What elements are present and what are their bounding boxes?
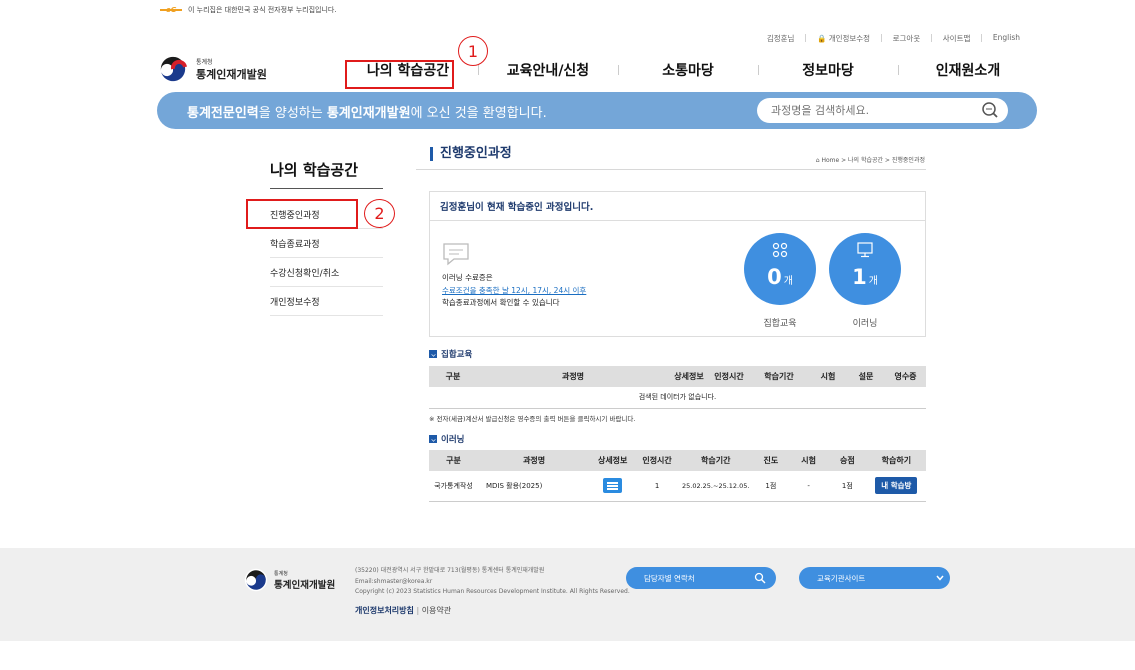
list-detail-icon[interactable] <box>603 478 623 494</box>
elearning-count[interactable]: 1개 <box>829 233 901 305</box>
monitor-icon <box>857 242 873 258</box>
search-icon[interactable] <box>980 100 1000 120</box>
gov-notice-text: 이 누리집은 대한민국 공식 전자정부 누리집입니다. <box>188 6 337 14</box>
util-english[interactable]: English <box>993 33 1020 44</box>
group-course-label: 집합교육 <box>763 319 797 329</box>
checkbox-square-icon <box>429 350 437 358</box>
welcome-banner: 통계전문인력을 양성하는 통계인재개발원에 오신 것을 환영합니다. <box>157 92 1037 129</box>
gov-logo-icon: eG <box>160 6 182 14</box>
col-detail: 상세정보 <box>590 450 636 471</box>
privacy-policy-link[interactable]: 개인정보처리방침 <box>355 606 414 615</box>
table-row: 국가통계작성 MDIS 활용(2025) 1 25.02.25.~25.12.0… <box>429 471 926 502</box>
elearning-section-title: 이러닝 <box>429 433 464 445</box>
certificate-condition-link[interactable]: 수료조건을 충족한 날 12시, 17시, 24시 이후 <box>442 285 586 298</box>
title-divider <box>416 169 926 170</box>
col-study: 학습하기 <box>866 450 926 471</box>
site-logo[interactable]: 통계청 통계인재개발원 <box>158 54 267 84</box>
annotation-marker-1: 1 <box>458 36 488 66</box>
col-exam: 시험 <box>789 450 828 471</box>
row-type: 국가통계작성 <box>429 471 478 502</box>
group-course-count[interactable]: 0개 <box>744 233 816 305</box>
elearning-table: 구분 과정명 상세정보 인정시간 학습기간 진도 시험 승점 학습하기 국가통계… <box>429 450 926 502</box>
col-detail: 상세정보 <box>669 366 709 387</box>
group-section-title: 집합교육 <box>429 348 472 360</box>
logo-small-text: 통계청 <box>196 58 213 66</box>
learning-status-box: 김정훈님이 현재 학습중인 과정입니다. 이러닝 수료증은 수료조건을 충족한 … <box>429 191 926 337</box>
util-user-name: 김정훈님 <box>766 34 795 43</box>
group-course-table: 구분 과정명 상세정보 인정시간 학습기간 시험 설문 영수증 검색된 데이터가… <box>429 366 926 409</box>
utility-links: 김정훈님 | 🔒 개인정보수정 | 로그아웃 | 사이트맵 | English <box>766 33 1020 44</box>
search-icon <box>754 572 766 584</box>
annotation-marker-2: 2 <box>364 199 395 228</box>
row-progress: 1점 <box>752 471 790 502</box>
highlight-box-sidebar <box>246 199 358 229</box>
speech-bubble-icon <box>443 243 469 266</box>
row-score: 1점 <box>827 471 867 502</box>
my-study-room-button[interactable]: 내 학습방 <box>875 477 918 495</box>
sidebar-item-completed[interactable]: 학습종료과정 <box>270 229 383 258</box>
util-sitemap[interactable]: 사이트맵 <box>943 33 971 44</box>
col-exam: 시험 <box>809 366 847 387</box>
row-detail <box>590 471 636 502</box>
col-progress: 진도 <box>752 450 790 471</box>
footer-copyright: Copyright (c) 2023 Statistics Human Reso… <box>355 588 630 595</box>
nav-info[interactable]: 정보마당 <box>758 60 898 80</box>
row-study: 내 학습방 <box>866 471 926 502</box>
taegeuk-logo-icon <box>158 54 188 84</box>
group-people-icon <box>772 242 788 258</box>
contact-directory-button[interactable]: 담당자별 연락처 <box>626 567 776 589</box>
status-headline: 김정훈님이 현재 학습중인 과정입니다. <box>430 192 925 221</box>
nav-education[interactable]: 교육안내/신청 <box>478 60 618 80</box>
col-score: 승점 <box>827 450 867 471</box>
col-course: 과정명 <box>477 366 669 387</box>
chevron-down-icon <box>936 575 944 581</box>
receipt-notice: ※ 전자(세금)계산서 발급신청은 영수증의 출력 버튼을 클릭하시기 바랍니다… <box>429 415 636 423</box>
col-hours: 인정시간 <box>635 450 679 471</box>
sidebar-item-enrollment[interactable]: 수강신청확인/취소 <box>270 258 383 287</box>
elearning-label: 이러닝 <box>852 319 878 329</box>
util-logout[interactable]: 로그아웃 <box>893 33 921 44</box>
taegeuk-logo-icon <box>244 568 268 592</box>
col-type: 구분 <box>429 366 477 387</box>
certificate-note: 이러닝 수료증은 수료조건을 충족한 날 12시, 17시, 24시 이후 학습… <box>442 273 587 307</box>
row-hours: 1 <box>635 471 679 502</box>
footer-logo: 통계청 통계인재개발원 <box>244 568 335 592</box>
row-exam: - <box>789 471 828 502</box>
col-course: 과정명 <box>477 450 591 471</box>
col-type: 구분 <box>429 450 478 471</box>
sidebar-title: 나의 학습공간 <box>270 159 383 189</box>
terms-link[interactable]: 이용약관 <box>422 606 451 615</box>
sidebar-item-profile[interactable]: 개인정보수정 <box>270 287 383 316</box>
highlight-box-nav <box>345 60 454 89</box>
util-edit-profile[interactable]: 🔒 개인정보수정 <box>817 33 870 44</box>
empty-row: 검색된 데이터가 없습니다. <box>429 387 926 409</box>
col-receipt: 영수증 <box>885 366 926 387</box>
col-period: 학습기간 <box>749 366 809 387</box>
footer-links: 개인정보처리방침 | 이용약관 <box>355 606 452 615</box>
nav-community[interactable]: 소통마당 <box>618 60 758 80</box>
banner-message: 통계전문인력을 양성하는 통계인재개발원에 오신 것을 환영합니다. <box>187 106 547 121</box>
row-period: 25.02.25.~25.12.05. <box>679 471 753 502</box>
checkbox-square-icon <box>429 435 437 443</box>
logo-big-text: 통계인재개발원 <box>196 67 267 81</box>
row-course: MDIS 활용(2025) <box>477 471 591 502</box>
nav-about[interactable]: 인재원소개 <box>898 60 1038 80</box>
course-search-input[interactable] <box>757 98 1008 123</box>
col-hours: 인정시간 <box>709 366 749 387</box>
footer-info: (35220) 대전광역시 서구 한밭대로 713(월평동) 통계센터 통계인재… <box>355 566 630 598</box>
edu-sites-select[interactable]: 교육기관사이트 <box>799 567 950 589</box>
page-title: 진행중인과정 <box>430 147 512 161</box>
col-period: 학습기간 <box>679 450 753 471</box>
col-survey: 설문 <box>847 366 885 387</box>
breadcrumb: ⌂ Home > 나의 학습공간 > 진행중인과정 <box>815 157 925 164</box>
site-footer: 통계청 통계인재개발원 (35220) 대전광역시 서구 한밭대로 713(월평… <box>0 548 1135 641</box>
footer-email: Email:shmaster@korea.kr <box>355 577 433 585</box>
gov-notice: eG 이 누리집은 대한민국 공식 전자정부 누리집입니다. <box>160 5 337 15</box>
footer-address: (35220) 대전광역시 서구 한밭대로 713(월평동) 통계센터 통계인재… <box>355 567 545 574</box>
